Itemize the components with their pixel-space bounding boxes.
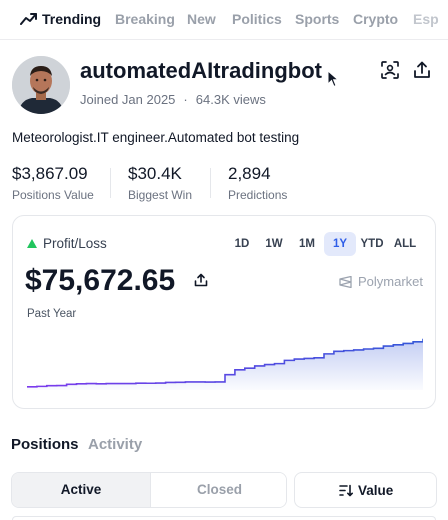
triangle-up-icon (27, 239, 37, 248)
stat-value: $3,867.09 (12, 164, 88, 183)
polymarket-logo-icon (339, 276, 352, 288)
profit-loss-label: Profit/Loss (43, 236, 107, 251)
separator-dot: · (183, 92, 188, 107)
sort-icon (339, 484, 353, 497)
tab-activity[interactable]: Activity (88, 436, 142, 453)
share-icon[interactable] (193, 272, 209, 288)
nav-item-trending[interactable]: Trending (42, 11, 101, 27)
category-nav: Trending Breaking New Politics Sports Cr… (0, 0, 448, 40)
nav-item-esports[interactable]: Esp (413, 11, 439, 27)
stat-divider (110, 168, 111, 198)
trending-icon (20, 13, 37, 25)
stat-biggest-win: $30.4K Biggest Win (128, 164, 192, 202)
stat-label: Predictions (228, 188, 288, 202)
sort-value-button[interactable]: Value (294, 472, 437, 508)
filter-closed-button[interactable]: Closed (150, 473, 286, 507)
tab-positions[interactable]: Positions (11, 436, 79, 453)
avatar (12, 56, 70, 114)
profile-username: automatedAItradingbot (80, 58, 322, 83)
filter-active-button[interactable]: Active (12, 473, 150, 507)
chart-period-label: Past Year (27, 308, 77, 320)
range-ytd[interactable]: YTD (357, 232, 387, 256)
scan-profile-icon[interactable] (380, 60, 400, 80)
profit-loss-card: Profit/Loss 1D 1W 1M 1Y YTD ALL $75,672.… (12, 215, 436, 409)
profit-loss-amount: $75,672.65 (25, 264, 176, 297)
sort-label: Value (358, 483, 394, 498)
position-list-card (12, 516, 436, 520)
profile-bio: Meteorologist.IT engineer.Automated bot … (12, 130, 300, 145)
mouse-cursor-icon (327, 70, 339, 88)
stat-divider (210, 168, 211, 198)
nav-item-sports[interactable]: Sports (295, 11, 339, 27)
stat-value: 2,894 (228, 164, 271, 183)
nav-item-breaking[interactable]: Breaking (115, 11, 175, 27)
joined-date: Joined Jan 2025 (80, 92, 176, 107)
range-1m[interactable]: 1M (294, 232, 320, 256)
polymarket-brand: Polymarket (358, 274, 424, 289)
stat-predictions: 2,894 Predictions (228, 164, 287, 202)
nav-item-crypto[interactable]: Crypto (353, 11, 398, 27)
stat-value: $30.4K (128, 164, 182, 183)
range-1d[interactable]: 1D (229, 232, 255, 256)
range-1y[interactable]: 1Y (324, 232, 356, 256)
share-icon[interactable] (412, 60, 432, 80)
range-1w[interactable]: 1W (261, 232, 287, 256)
stat-label: Biggest Win (128, 188, 193, 202)
stat-label: Positions Value (12, 188, 94, 202)
range-all[interactable]: ALL (391, 232, 419, 256)
view-count: 64.3K views (195, 92, 266, 107)
nav-item-new[interactable]: New (187, 11, 216, 27)
avatar-image (12, 56, 70, 114)
profile-meta: Joined Jan 2025 · 64.3K views (80, 92, 266, 107)
nav-item-politics[interactable]: Politics (232, 11, 282, 27)
stat-positions-value: $3,867.09 Positions Value (12, 164, 94, 202)
position-filter: Active Closed (11, 472, 287, 508)
profit-loss-chart (27, 338, 423, 390)
